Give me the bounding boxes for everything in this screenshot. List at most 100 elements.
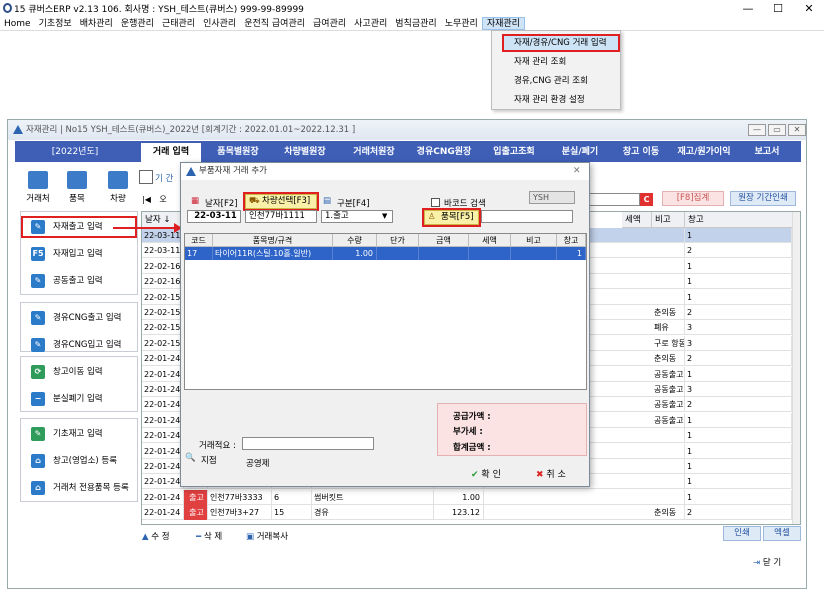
menu-item-4[interactable]: 근태관리 xyxy=(158,17,199,30)
annotation-arrow xyxy=(113,227,178,229)
user-tag: YSH xyxy=(529,191,575,204)
side-item-group2-0[interactable]: ✎ 경유CNG출고 입력 xyxy=(21,307,137,329)
barcode-checkbox[interactable] xyxy=(431,198,440,207)
dropdown-item-1[interactable]: 자재 관리 조회 xyxy=(492,53,620,71)
vehicle-select-button[interactable]: ⛟ 차량선택[F3] xyxy=(243,192,319,211)
category-label: 구분[F4] xyxy=(337,199,370,209)
tab-9[interactable]: 보고서 xyxy=(737,143,797,162)
tab-4[interactable]: 경유CNG원장 xyxy=(411,143,477,162)
mw-minimize-button[interactable]: — xyxy=(748,124,766,136)
side-group-warehouse: ⟳ 창고이동 입력 − 분실폐기 입력 xyxy=(20,356,138,412)
period-checkbox[interactable] xyxy=(139,170,153,184)
menu-item-9[interactable]: 범칙금관리 xyxy=(391,17,440,30)
menu-item-8[interactable]: 사고관리 xyxy=(350,17,391,30)
nav-other-button[interactable]: 오 xyxy=(159,195,166,204)
ok-button[interactable]: ✔ 확 인 xyxy=(471,467,501,480)
mw-close-button[interactable]: ✕ xyxy=(788,124,806,136)
tab-1[interactable]: 품목별원장 xyxy=(207,143,269,162)
item-search-input[interactable] xyxy=(481,210,573,223)
menu-item-10[interactable]: 노무관리 xyxy=(441,17,482,30)
mw-restore-button[interactable]: ▭ xyxy=(768,124,786,136)
refresh-icon[interactable]: C xyxy=(640,193,653,206)
tab-5[interactable]: 입출고조회 xyxy=(481,143,547,162)
tab-3[interactable]: 거래처원장 xyxy=(341,143,407,162)
dialog-title: 부품자재 거래 추가 xyxy=(199,166,267,176)
person-icon: ♙ xyxy=(428,212,436,222)
home-icon xyxy=(108,171,128,189)
chevron-down-icon: ▼ xyxy=(382,212,388,220)
nav-first-button[interactable]: |◀ xyxy=(142,195,151,204)
menu-item-5[interactable]: 인사관리 xyxy=(199,17,240,30)
f5-icon: F5 xyxy=(31,247,45,261)
f8-summary-button[interactable]: [F8]집계 xyxy=(662,191,724,206)
side-item-group3-1[interactable]: − 분실폐기 입력 xyxy=(21,388,137,410)
dropdown-item-0[interactable]: 자재/경유/CNG 거래 입력 xyxy=(502,34,620,52)
side-item-group1-2[interactable]: ✎ 공동출고 입력 xyxy=(21,270,137,292)
total-amount-label: 합계금액 : xyxy=(453,443,491,453)
branch-label: 지점 xyxy=(201,456,217,466)
minus-icon: ━ xyxy=(196,532,202,542)
memo-input[interactable] xyxy=(242,437,374,450)
menu-item-0[interactable]: Home xyxy=(0,17,35,30)
home-icon: ⌂ xyxy=(31,454,45,468)
side-item-group4-2[interactable]: ⌂ 거래처 전용품목 등록 xyxy=(21,477,137,499)
menu-item-7[interactable]: 급여관리 xyxy=(309,17,350,30)
tab-2[interactable]: 차량별원장 xyxy=(273,143,337,162)
side-item-group4-0[interactable]: ✎ 기초재고 입력 xyxy=(21,423,137,445)
dropdown-item-3[interactable]: 자재 관리 환경 설정 xyxy=(492,91,620,109)
tab-strip: [2022년도] 거래 입력 품목별원장 차량별원장 거래처원장 경유CNG원장 입출고조… xyxy=(15,141,801,162)
item-select-button[interactable]: ♙ 품목[F5] xyxy=(422,208,481,227)
tab-8[interactable]: 재고/원가이익 xyxy=(673,143,735,162)
excel-button[interactable]: 엑셀 xyxy=(763,526,801,541)
copy-action[interactable]: ▣ 거래복사 xyxy=(246,530,288,542)
table-scrollbar[interactable] xyxy=(792,212,800,524)
table-row[interactable]: 22-01-24 출고 인천7바3+27 15 경유 123.12 춘의동 2 xyxy=(142,505,792,521)
menu-item-11[interactable]: 자재관리 xyxy=(481,17,525,30)
dialog-title-bar: 부품자재 거래 추가 ✕ xyxy=(181,163,589,180)
tab-0[interactable]: 거래 입력 xyxy=(141,143,201,162)
minimize-button[interactable]: — xyxy=(733,0,763,17)
category-select[interactable]: 1.출고 ▼ xyxy=(321,210,393,223)
grid-row-selected[interactable]: 17 타이어11R(스틸.10홀.일반) 1.00 1 xyxy=(185,247,586,260)
ledger-print-button[interactable]: 원장 기간인쇄 xyxy=(730,191,796,206)
delete-action[interactable]: ━ 삭 제 xyxy=(196,530,222,542)
side-item-group4-1[interactable]: ⌂ 창고(영업소) 등록 xyxy=(21,450,137,472)
item-grid: 코드 품목명/규격 수량 단가 금액 세액 비고 창고 17 타이어11R(스틸… xyxy=(184,233,587,390)
dropdown-item-2[interactable]: 경유,CNG 관리 조회 xyxy=(492,72,620,90)
menu-item-2[interactable]: 배차관리 xyxy=(76,17,117,30)
dialog-logo-icon xyxy=(186,167,196,176)
title-bar: 15 큐버스ERP v2.13 106. 회사명 : YSH_테스트(큐버스) … xyxy=(0,0,824,17)
print-button[interactable]: 인쇄 xyxy=(723,526,761,541)
pencil-icon: ✎ xyxy=(31,338,45,352)
side-item-group2-1[interactable]: ✎ 경유CNG입고 입력 xyxy=(21,334,137,356)
tab-6[interactable]: 분실/폐기 xyxy=(551,143,609,162)
year-label: [2022년도] xyxy=(51,147,99,157)
date-input[interactable]: 22-03-11 xyxy=(187,210,241,223)
tab-7[interactable]: 창고 이동 xyxy=(613,143,669,162)
main-window-title: 자재관리 | No15 YSH_테스트(큐버스)_2022년 [회계기간 : 2… xyxy=(26,125,356,135)
menu-item-1[interactable]: 기초정보 xyxy=(35,17,76,30)
grid-header-note: 비고 xyxy=(511,234,557,247)
vehicle-button[interactable]: 차량 xyxy=(104,171,132,204)
table-row[interactable]: 22-01-24 출고 인천77바3333 6 썸버킷트 1.00 1 xyxy=(142,489,792,505)
menu-item-6[interactable]: 운전직 급여관리 xyxy=(240,17,309,30)
vehicle-input[interactable]: 인천77바1111 xyxy=(245,210,317,223)
dialog-close-icon[interactable]: ✕ xyxy=(573,163,581,180)
side-item-group3-0[interactable]: ⟳ 창고이동 입력 xyxy=(21,361,137,383)
close-button[interactable]: ✕ xyxy=(794,0,824,17)
car-icon: ⛟ xyxy=(249,196,260,206)
side-item-group1-1[interactable]: F5 자재입고 입력 xyxy=(21,243,137,265)
cancel-button[interactable]: ✖ 취 소 xyxy=(536,467,566,480)
customer-button[interactable]: 거래처 xyxy=(24,171,52,204)
menu-item-3[interactable]: 운행관리 xyxy=(117,17,158,30)
category-icon: ▤ xyxy=(323,196,332,206)
grid-header-name: 품목명/규격 xyxy=(213,234,333,247)
edit-action[interactable]: ▲ 수 정 xyxy=(142,530,170,542)
maximize-button[interactable]: ☐ xyxy=(763,0,793,17)
item-button[interactable]: 품목 xyxy=(63,171,91,204)
app-logo-icon xyxy=(13,125,23,134)
close-window-action[interactable]: ⇥ 닫 기 xyxy=(753,556,781,568)
search-input[interactable] xyxy=(588,193,640,206)
pencil-icon: ✎ xyxy=(31,220,45,234)
edit-box-icon: ✎ xyxy=(31,427,45,441)
